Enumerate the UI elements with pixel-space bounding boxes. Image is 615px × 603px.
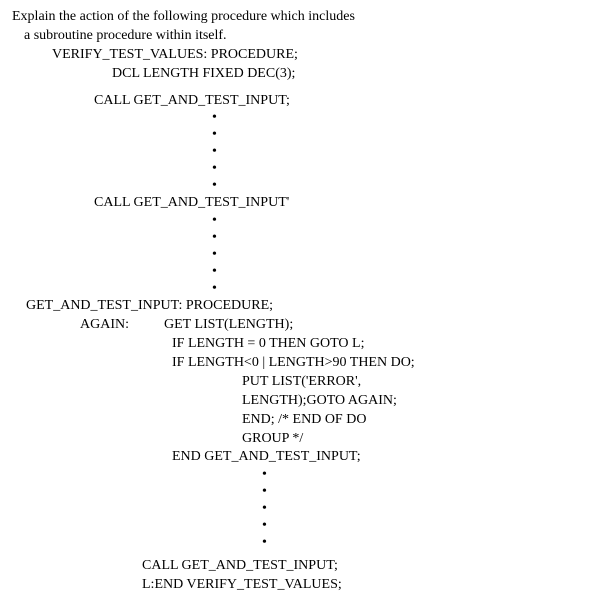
ellipsis-dot: •	[12, 264, 603, 281]
group-comment: GROUP */	[12, 430, 603, 449]
if-zero: IF LENGTH = 0 THEN GOTO L;	[12, 335, 603, 354]
ellipsis-dot: •	[12, 501, 603, 518]
end-sub: END GET_AND_TEST_INPUT;	[12, 448, 603, 467]
ellipsis-dot: •	[12, 518, 603, 535]
ellipsis-dot: •	[12, 161, 603, 178]
call-2: CALL GET_AND_TEST_INPUT'	[12, 194, 603, 213]
ellipsis-dot: •	[12, 535, 603, 552]
dcl-stmt: DCL LENGTH FIXED DEC(3);	[12, 65, 603, 84]
end-main: L:END VERIFY_TEST_VALUES;	[12, 576, 603, 595]
ellipsis-dot: •	[12, 144, 603, 161]
proc-header: VERIFY_TEST_VALUES: PROCEDURE;	[12, 46, 603, 65]
ellipsis-dot: •	[12, 484, 603, 501]
call-1: CALL GET_AND_TEST_INPUT;	[12, 92, 603, 111]
question-line-2: a subroutine procedure within itself.	[12, 27, 603, 46]
again-line: AGAIN: GET LIST(LENGTH);	[12, 316, 603, 335]
ellipsis-dot: •	[12, 467, 603, 484]
ellipsis-dot: •	[12, 281, 603, 298]
call-3: CALL GET_AND_TEST_INPUT;	[12, 557, 603, 576]
end-do: END; /* END OF DO	[12, 411, 603, 430]
ellipsis-dot: •	[12, 127, 603, 144]
put-list-1: PUT LIST('ERROR',	[12, 373, 603, 392]
question-line-1: Explain the action of the following proc…	[12, 8, 603, 27]
if-range: IF LENGTH<0 | LENGTH>90 THEN DO;	[12, 354, 603, 373]
ellipsis-dot: •	[12, 110, 603, 127]
ellipsis-dot: •	[12, 230, 603, 247]
ellipsis-dot: •	[12, 213, 603, 230]
ellipsis-dot: •	[12, 178, 603, 195]
sub-header: GET_AND_TEST_INPUT: PROCEDURE;	[12, 297, 603, 316]
put-list-2: LENGTH);GOTO AGAIN;	[12, 392, 603, 411]
ellipsis-dot: •	[12, 247, 603, 264]
